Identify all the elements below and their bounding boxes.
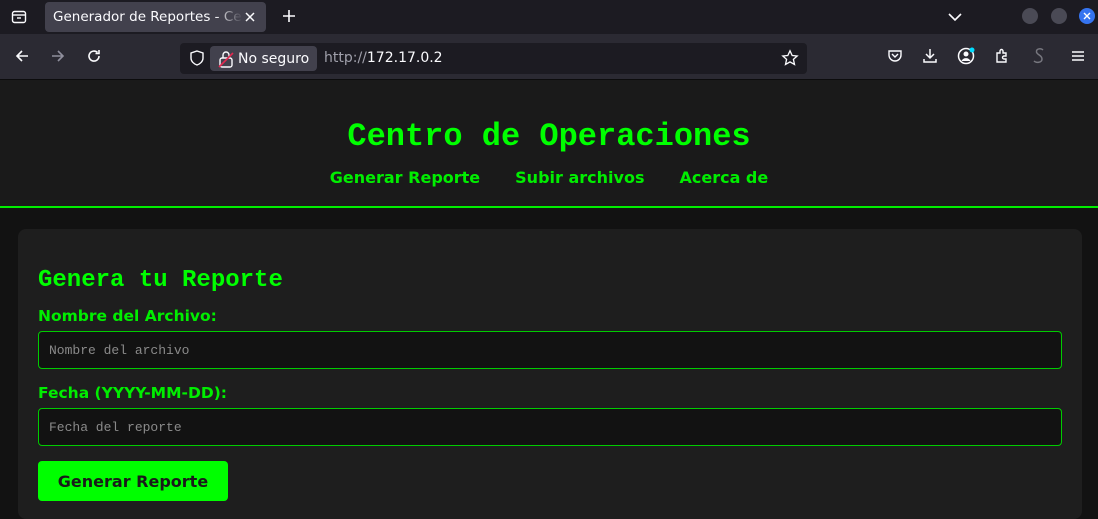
chevron-down-icon[interactable] [945, 7, 965, 27]
nav-link-acerca-de[interactable]: Acerca de [679, 168, 768, 187]
url-bar[interactable]: No seguro http://172.17.0.2 [180, 43, 807, 74]
back-icon[interactable] [12, 46, 32, 66]
bookmark-star-icon[interactable] [781, 49, 799, 67]
extension-s-icon[interactable] [1029, 46, 1049, 66]
menu-icon[interactable] [1068, 46, 1088, 66]
new-tab-icon[interactable] [279, 6, 299, 26]
filename-label: Nombre del Archivo: [38, 307, 217, 325]
pocket-icon[interactable] [885, 46, 905, 66]
tab-title: Generador de Reportes - Centro de Operac… [53, 9, 243, 25]
extensions-icon[interactable] [992, 46, 1012, 66]
filename-input[interactable] [38, 331, 1062, 369]
nav-link-generar-reporte[interactable]: Generar Reporte [330, 168, 480, 187]
close-tab-icon[interactable] [242, 9, 258, 25]
report-form-card: Genera tu Reporte Nombre del Archivo: Fe… [18, 229, 1082, 519]
lock-icon [218, 51, 234, 68]
connection-not-secure-button[interactable]: No seguro [210, 46, 318, 71]
url-text[interactable]: http://172.17.0.2 [324, 50, 443, 66]
date-input[interactable] [38, 408, 1062, 446]
account-icon[interactable] [956, 46, 976, 66]
close-window-button[interactable] [1079, 8, 1095, 24]
firefox-view-icon[interactable] [8, 6, 30, 28]
reload-icon[interactable] [84, 46, 104, 66]
navigation-toolbar: No seguro http://172.17.0.2 [0, 34, 1098, 80]
page-title: Centro de Operaciones [347, 118, 751, 155]
page-content: Centro de Operaciones Generar Reporte Su… [0, 80, 1098, 519]
minimize-button[interactable] [1022, 8, 1038, 24]
maximize-button[interactable] [1051, 8, 1067, 24]
generate-report-button[interactable]: Generar Reporte [38, 461, 228, 501]
download-icon[interactable] [920, 46, 940, 66]
form-title: Genera tu Reporte [38, 267, 283, 294]
tab-strip: Generador de Reportes - Centro de Operac… [0, 0, 1098, 34]
date-label: Fecha (YYYY-MM-DD): [38, 384, 227, 402]
not-secure-label: No seguro [238, 50, 310, 67]
active-tab[interactable]: Generador de Reportes - Centro de Operac… [45, 2, 266, 32]
forward-icon[interactable] [48, 46, 68, 66]
shield-icon[interactable] [188, 49, 206, 67]
site-nav: Generar Reporte Subir archivos Acerca de [0, 168, 1098, 187]
site-header: Centro de Operaciones Generar Reporte Su… [0, 80, 1098, 208]
nav-link-subir-archivos[interactable]: Subir archivos [515, 168, 644, 187]
